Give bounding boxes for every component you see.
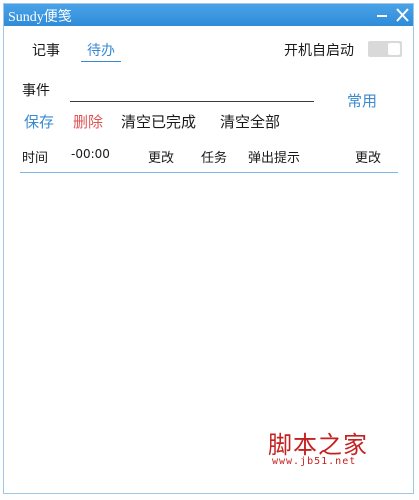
time-value: -00:00	[71, 147, 110, 161]
event-input[interactable]	[70, 84, 314, 100]
common-button[interactable]: 常用	[347, 90, 377, 111]
watermark-url: www.jb51.net	[272, 456, 357, 467]
toggle-knob	[388, 43, 400, 55]
task-label: 任务	[201, 151, 228, 166]
event-input-underline	[70, 101, 314, 102]
title-bar[interactable]: Sundy便笺	[4, 4, 413, 26]
delete-button[interactable]: 删除	[73, 111, 103, 132]
window-title: Sundy便笺	[8, 10, 72, 25]
minimize-icon	[377, 15, 387, 17]
save-button[interactable]: 保存	[24, 111, 54, 132]
popup-reminder-label: 弹出提示	[248, 151, 301, 166]
app-window: Sundy便笺 记事 待办 开机自启动 事件 常用 保存 删除 清空已完成 清空…	[3, 3, 414, 494]
time-label: 时间	[22, 151, 49, 166]
clear-all-button[interactable]: 清空全部	[220, 111, 280, 132]
change-popup-button[interactable]: 更改	[355, 147, 381, 166]
watermark-logo: 脚本之家	[268, 431, 368, 459]
tab-todo[interactable]: 待办	[81, 40, 121, 62]
header-divider	[20, 172, 398, 173]
change-time-button[interactable]: 更改	[148, 147, 174, 166]
minimize-button[interactable]	[373, 5, 391, 25]
clear-completed-button[interactable]: 清空已完成	[121, 111, 196, 132]
event-label: 事件	[22, 83, 50, 99]
close-button[interactable]	[393, 5, 411, 25]
tab-notes[interactable]: 记事	[32, 40, 60, 60]
close-icon	[396, 8, 409, 22]
autostart-label: 开机自启动	[284, 43, 354, 59]
autostart-toggle[interactable]	[368, 41, 402, 57]
